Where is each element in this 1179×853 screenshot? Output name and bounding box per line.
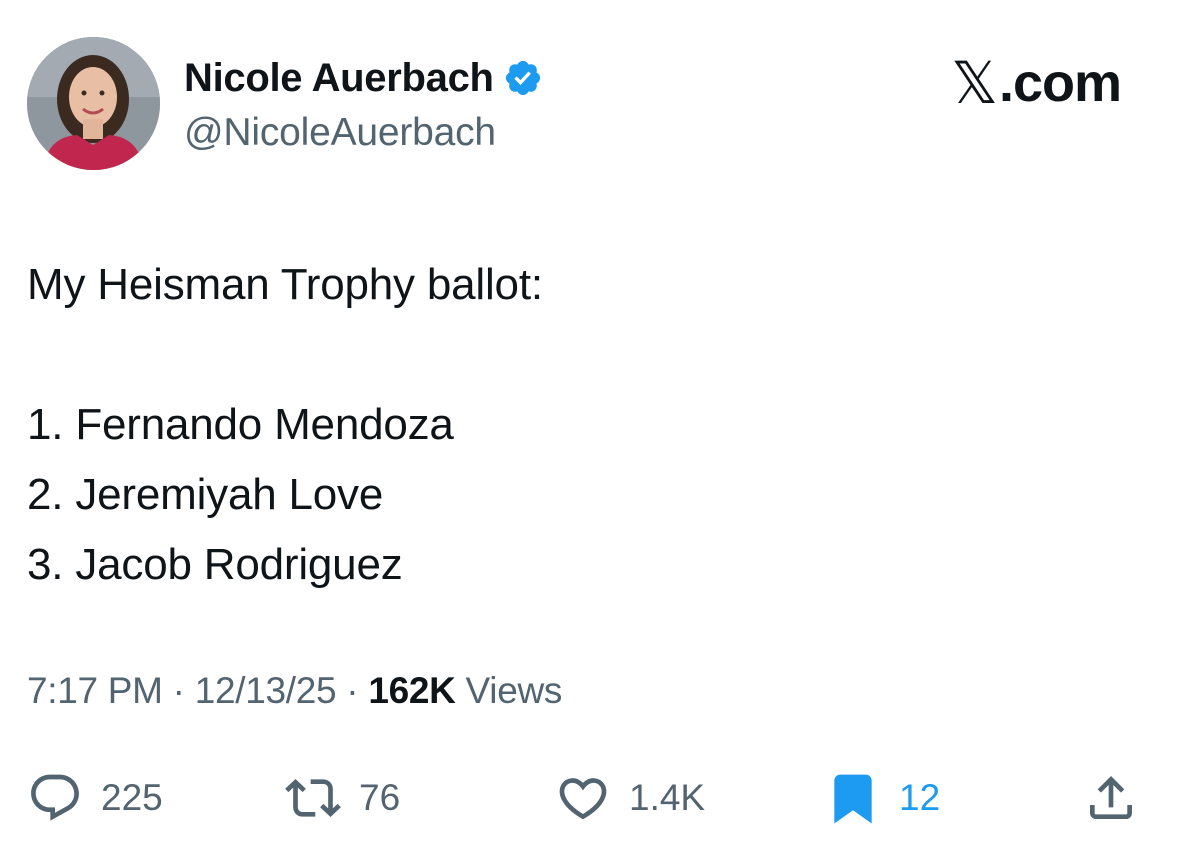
tweet-header: Nicole Auerbach @NicoleAuerbach 𝕏 .com <box>27 37 1152 177</box>
tweet-line: 2. Jeremiyah Love <box>27 470 384 519</box>
x-brand: 𝕏 .com <box>951 49 1122 117</box>
display-name-row: Nicole Auerbach <box>184 55 543 101</box>
avatar-image <box>27 37 160 170</box>
author-names: Nicole Auerbach @NicoleAuerbach <box>184 55 543 155</box>
meta-separator: · <box>336 670 369 711</box>
tweet-line: 3. Jacob Rodriguez <box>27 540 403 589</box>
action-bar: 225 76 1.4K 12 <box>27 766 1152 830</box>
reply-button[interactable]: 225 <box>27 766 163 830</box>
x-logo-icon: 𝕏 <box>951 49 998 117</box>
share-button[interactable] <box>1083 766 1139 830</box>
bookmark-filled-icon <box>834 774 872 824</box>
brand-domain: .com <box>998 53 1122 113</box>
heart-icon <box>559 778 607 820</box>
like-count: 1.4K <box>629 777 706 818</box>
tweet-line: My Heisman Trophy ballot: <box>27 260 543 309</box>
share-icon <box>1090 776 1132 819</box>
like-button[interactable]: 1.4K <box>555 766 705 830</box>
reply-icon <box>31 774 79 821</box>
avatar[interactable] <box>27 37 160 170</box>
repost-count: 76 <box>359 777 401 818</box>
views-count: 162K <box>368 670 456 711</box>
tweet-date[interactable]: 12/13/25 <box>195 670 337 711</box>
tweet-line: 1. Fernando Mendoza <box>27 400 454 449</box>
tweet-time[interactable]: 7:17 PM <box>27 670 163 711</box>
reply-count: 225 <box>101 777 163 818</box>
bookmark-button[interactable]: 12 <box>825 766 940 830</box>
bookmark-count: 12 <box>899 777 941 818</box>
author-handle[interactable]: @NicoleAuerbach <box>184 111 543 155</box>
tweet-meta: 7:17 PM · 12/13/25 · 162K Views <box>27 670 562 712</box>
meta-separator: · <box>162 670 195 711</box>
verified-badge-icon <box>503 58 543 98</box>
repost-icon <box>285 779 341 817</box>
tweet-text: My Heisman Trophy ballot: 1. Fernando Me… <box>27 250 1147 600</box>
views-label: Views <box>455 670 563 711</box>
display-name[interactable]: Nicole Auerbach <box>184 56 494 101</box>
repost-button[interactable]: 76 <box>285 766 400 830</box>
